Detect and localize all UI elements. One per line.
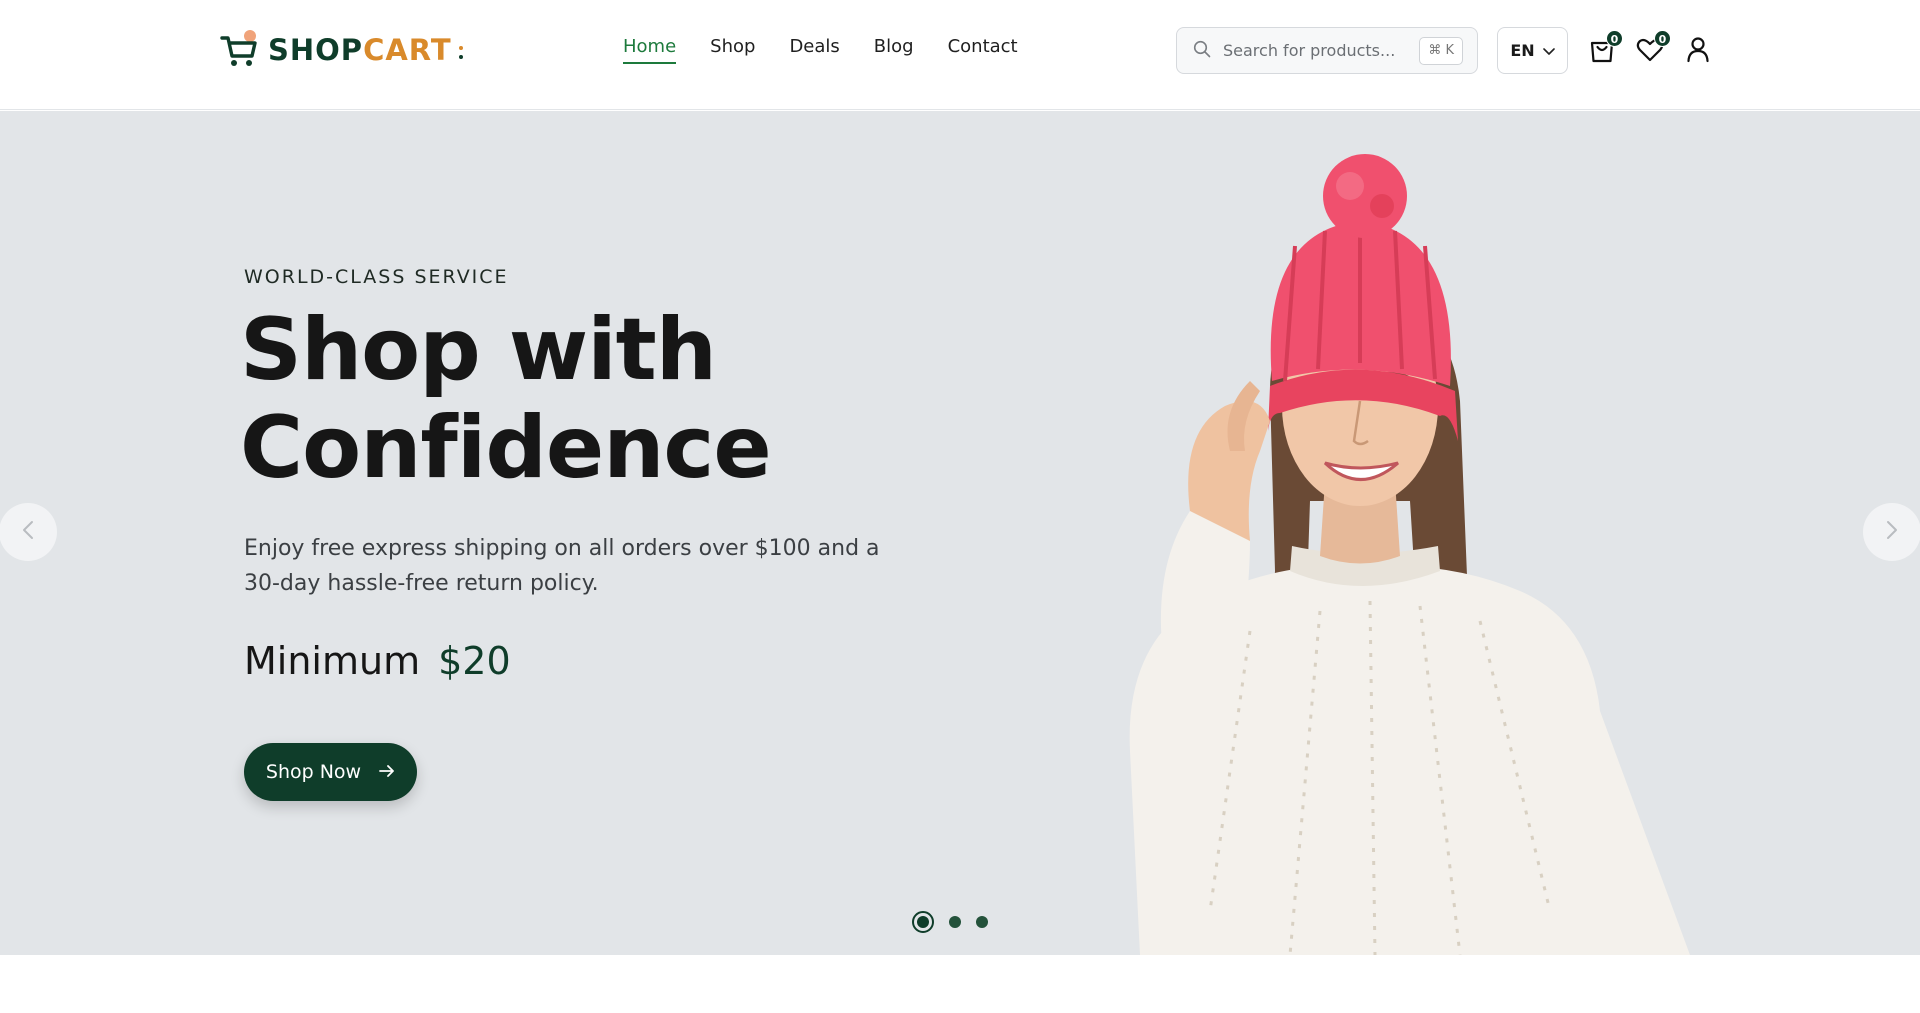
- logo[interactable]: SHOPCART: [220, 28, 463, 72]
- wishlist-count-badge: 0: [1654, 30, 1671, 47]
- hero-headline: Shop with Confidence: [240, 301, 940, 497]
- logo-dots-icon: [458, 45, 463, 59]
- hero-headline-line-1: Shop with: [240, 300, 717, 400]
- cart-logo-icon: [220, 30, 260, 70]
- cart-icon: [1587, 41, 1617, 68]
- arrow-right-icon: [379, 761, 395, 783]
- shop-now-label: Shop Now: [265, 761, 362, 783]
- cart-button[interactable]: 0: [1587, 30, 1623, 64]
- chevron-right-icon: [1886, 520, 1898, 544]
- search-shortcut-badge: ⌘ K: [1419, 37, 1463, 65]
- logo-wordmark: SHOPCART: [268, 33, 452, 67]
- search-input[interactable]: [1223, 41, 1411, 60]
- hero-eyebrow: WORLD-CLASS SERVICE: [244, 266, 509, 288]
- chevron-down-icon: [1542, 41, 1555, 60]
- nav-contact[interactable]: Contact: [948, 36, 1018, 64]
- nav-deals[interactable]: Deals: [789, 36, 839, 64]
- search-icon: [1193, 40, 1211, 62]
- language-label: EN: [1510, 41, 1535, 60]
- price-row: Minimum $20: [244, 639, 511, 683]
- nav-home[interactable]: Home: [623, 36, 677, 64]
- nav-shop[interactable]: Shop: [710, 36, 755, 64]
- account-button[interactable]: [1683, 34, 1713, 64]
- language-selector[interactable]: EN: [1497, 27, 1568, 74]
- price-label: Minimum: [244, 639, 421, 683]
- slider-pagination: [912, 911, 988, 933]
- price-value: $20: [438, 639, 511, 683]
- slide-dot-2[interactable]: [949, 916, 961, 928]
- hero-headline-line-2: Confidence: [240, 398, 772, 498]
- hero-slider: WORLD-CLASS SERVICE Shop with Confidence…: [0, 111, 1920, 955]
- hero-description: Enjoy free express shipping on all order…: [244, 536, 880, 596]
- slide-dot-3[interactable]: [976, 916, 988, 928]
- heart-icon: [1635, 38, 1665, 68]
- nav-blog[interactable]: Blog: [874, 36, 914, 64]
- slider-prev-button[interactable]: [0, 503, 57, 561]
- slider-next-button[interactable]: [1863, 503, 1920, 561]
- slide-dot-1[interactable]: [912, 911, 934, 933]
- cart-count-badge: 0: [1606, 30, 1623, 47]
- search-box[interactable]: ⌘ K: [1176, 27, 1478, 74]
- main-nav: Home Shop Deals Blog Contact: [623, 36, 1018, 64]
- user-icon: [1683, 37, 1713, 68]
- site-header: SHOPCART Home Shop Deals Blog Contact ⌘ …: [0, 0, 1920, 110]
- shop-now-button[interactable]: Shop Now: [244, 743, 417, 801]
- wishlist-button[interactable]: 0: [1635, 30, 1671, 64]
- hero-model-image: [1129, 154, 1690, 955]
- chevron-left-icon: [22, 520, 34, 544]
